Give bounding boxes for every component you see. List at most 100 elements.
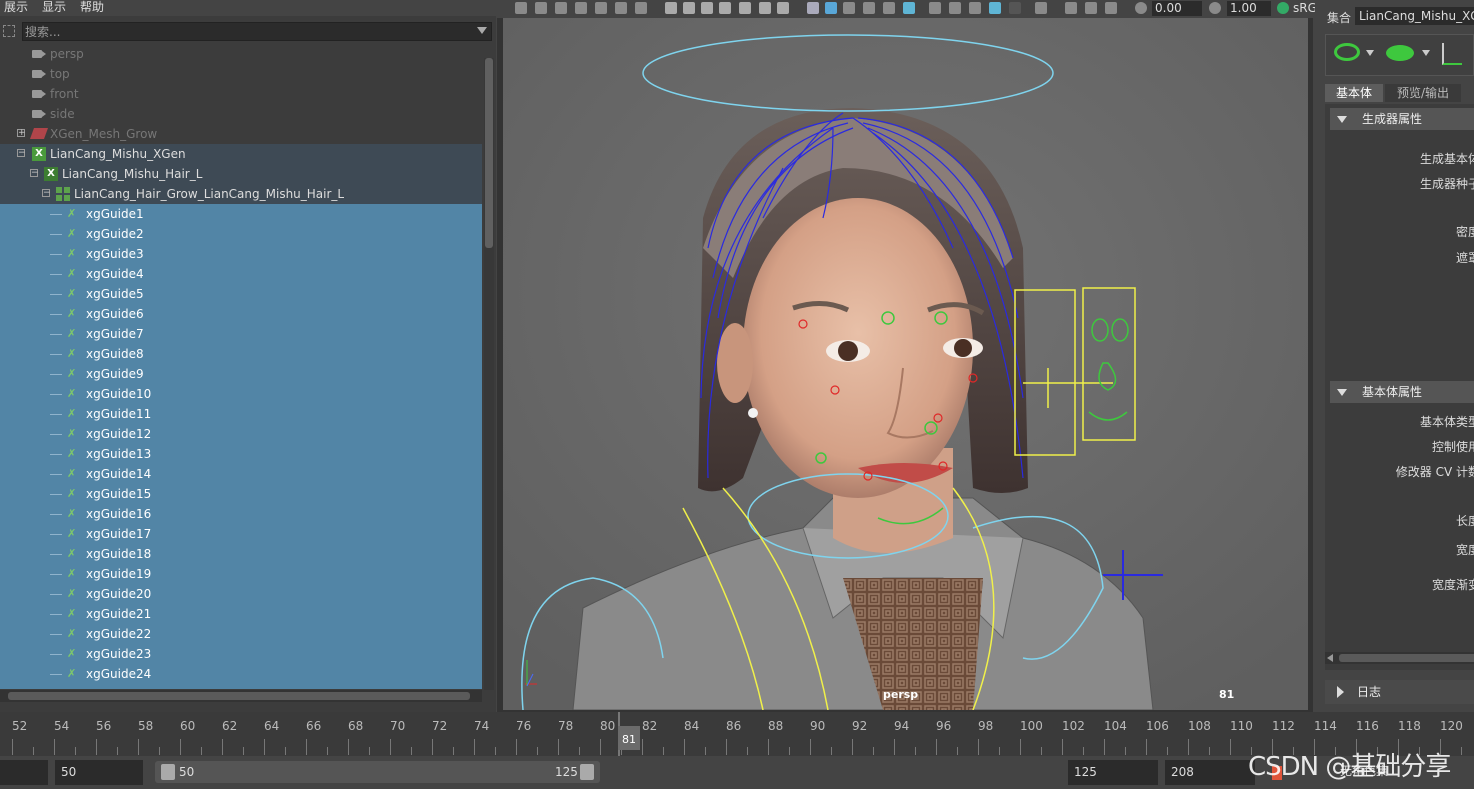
gate-mask-icon[interactable] [719, 2, 731, 14]
set-field[interactable]: LianCang_Mishu_XGen [1355, 7, 1474, 25]
dropdown-arrow-icon[interactable] [1422, 50, 1430, 56]
dropdown-arrow-icon[interactable] [1366, 50, 1374, 56]
range-end-handle[interactable] [580, 764, 594, 780]
outliner-horizontal-scrollbar[interactable] [0, 690, 482, 702]
zoom-icon[interactable] [615, 2, 627, 14]
grid-icon[interactable] [665, 2, 677, 14]
tree-item-guide[interactable]: ✗ xgGuide15 [0, 484, 482, 504]
tree-item-persp[interactable]: persp [0, 44, 482, 64]
outliner-search-box[interactable] [22, 22, 492, 41]
textured-icon[interactable] [863, 2, 875, 14]
download-icon[interactable] [1442, 43, 1462, 65]
film-gate-icon[interactable] [683, 2, 695, 14]
tree-item-top[interactable]: top [0, 64, 482, 84]
playback-range-slider[interactable]: 50 125 [155, 761, 600, 783]
select-icon[interactable] [1035, 2, 1047, 14]
tree-item-guide[interactable]: ✗ xgGuide1 [0, 204, 482, 224]
anti-alias-icon[interactable] [969, 2, 981, 14]
section-generator-attributes[interactable]: 生成器属性 [1330, 108, 1474, 130]
section-primitive-attributes[interactable]: 基本体属性 [1330, 381, 1474, 403]
tree-item-guide[interactable]: ✗ xgGuide3 [0, 244, 482, 264]
isolate-icon[interactable] [1065, 2, 1077, 14]
pan-icon[interactable] [595, 2, 607, 14]
safe-action-icon[interactable] [759, 2, 771, 14]
frame-icon[interactable] [1085, 2, 1097, 14]
scroll-thumb[interactable] [485, 58, 493, 248]
expand-minus-icon[interactable]: − [17, 149, 26, 158]
smooth-shade-icon[interactable] [825, 2, 837, 14]
scroll-thumb[interactable] [8, 692, 470, 700]
bookmark-icon[interactable] [555, 2, 567, 14]
motion-blur-icon[interactable] [949, 2, 961, 14]
xray-icon[interactable] [989, 2, 1001, 14]
tree-item-guide[interactable]: ✗ xgGuide21 [0, 604, 482, 624]
shadows-icon[interactable] [903, 2, 915, 14]
exposure-field[interactable]: 0.00 [1152, 1, 1202, 16]
exposure-icon[interactable] [1135, 2, 1147, 14]
tree-item-guide[interactable]: ✗ xgGuide23 [0, 644, 482, 664]
outliner-vertical-scrollbar[interactable] [484, 58, 494, 690]
tree-item-hair-grow[interactable]: − LianCang_Hair_Grow_LianCang_Mishu_Hair… [0, 184, 482, 204]
tree-item-guide[interactable]: ✗ xgGuide14 [0, 464, 482, 484]
attribute-horizontal-scrollbar[interactable] [1325, 652, 1474, 664]
playback-start-field[interactable]: 50 [55, 760, 143, 785]
menu-show[interactable]: 展示 [4, 0, 28, 15]
tree-item-guide[interactable]: ✗ xgGuide13 [0, 444, 482, 464]
tree-item-guide[interactable]: ✗ xgGuide24 [0, 664, 482, 684]
tree-item-guide[interactable]: ✗ xgGuide4 [0, 264, 482, 284]
menu-display[interactable]: 显示 [42, 0, 66, 15]
menu-help[interactable]: 帮助 [80, 0, 104, 15]
tree-item-guide[interactable]: ✗ xgGuide17 [0, 524, 482, 544]
2d-pan-icon[interactable] [635, 2, 647, 14]
gamma-field[interactable]: 1.00 [1227, 1, 1271, 16]
tab-primitives[interactable]: 基本体 [1325, 84, 1383, 102]
current-frame-indicator[interactable]: 81 [618, 726, 640, 750]
clear-preview-icon[interactable] [1386, 45, 1414, 61]
tree-item-guide[interactable]: ✗ xgGuide19 [0, 564, 482, 584]
field-chart-icon[interactable] [739, 2, 751, 14]
expand-minus-icon[interactable]: − [30, 169, 39, 178]
tree-item-guide[interactable]: ✗ xgGuide11 [0, 404, 482, 424]
playback-end-field[interactable]: 125 [1068, 760, 1158, 785]
tree-item-xgen-mesh-grow[interactable]: + XGen_Mesh_Grow [0, 124, 482, 144]
filter-icon[interactable] [3, 25, 15, 37]
tree-item-guide[interactable]: ✗ xgGuide9 [0, 364, 482, 384]
tree-item-guide[interactable]: ✗ xgGuide5 [0, 284, 482, 304]
expand-minus-icon[interactable]: − [42, 189, 51, 198]
tree-item-guide[interactable]: ✗ xgGuide18 [0, 544, 482, 564]
tree-item-guide[interactable]: ✗ xgGuide20 [0, 584, 482, 604]
animation-start-field[interactable] [0, 760, 48, 785]
lights-icon[interactable] [883, 2, 895, 14]
tree-item-guide[interactable]: ✗ xgGuide2 [0, 224, 482, 244]
expand-plus-icon[interactable]: + [17, 129, 26, 138]
scroll-thumb[interactable] [1339, 654, 1474, 662]
wireframe-on-shaded-icon[interactable] [843, 2, 855, 14]
tree-item-front[interactable]: front [0, 84, 482, 104]
tree-item-xgen-description[interactable]: − X LianCang_Mishu_Hair_L [0, 164, 482, 184]
scroll-left-arrow-icon[interactable] [1327, 654, 1333, 662]
range-start-handle[interactable] [161, 764, 175, 780]
search-dropdown-icon[interactable] [477, 27, 487, 34]
preview-eye-icon[interactable] [1334, 43, 1360, 61]
safe-title-icon[interactable] [777, 2, 789, 14]
section-log[interactable]: 日志 [1325, 680, 1474, 704]
wireframe-icon[interactable] [807, 2, 819, 14]
xray-joints-icon[interactable] [1009, 2, 1021, 14]
tree-item-xgen-collection[interactable]: − X LianCang_Mishu_XGen [0, 144, 482, 164]
tree-item-guide[interactable]: ✗ xgGuide6 [0, 304, 482, 324]
color-management-icon[interactable] [1277, 2, 1289, 14]
camera-attr-icon[interactable] [535, 2, 547, 14]
outliner-search-input[interactable] [25, 24, 465, 39]
image-plane-icon[interactable] [575, 2, 587, 14]
tree-item-guide[interactable]: ✗ xgGuide22 [0, 624, 482, 644]
frame-all-icon[interactable] [1105, 2, 1117, 14]
tree-item-side[interactable]: side [0, 104, 482, 124]
animation-end-field[interactable]: 208 [1165, 760, 1255, 785]
tab-preview-output[interactable]: 预览/输出 [1385, 84, 1461, 102]
tree-item-guide[interactable]: ✗ xgGuide7 [0, 324, 482, 344]
gamma-icon[interactable] [1209, 2, 1221, 14]
resolution-gate-icon[interactable] [701, 2, 713, 14]
ambient-occlusion-icon[interactable] [929, 2, 941, 14]
tree-item-guide[interactable]: ✗ xgGuide10 [0, 384, 482, 404]
tree-item-guide[interactable]: ✗ xgGuide12 [0, 424, 482, 444]
